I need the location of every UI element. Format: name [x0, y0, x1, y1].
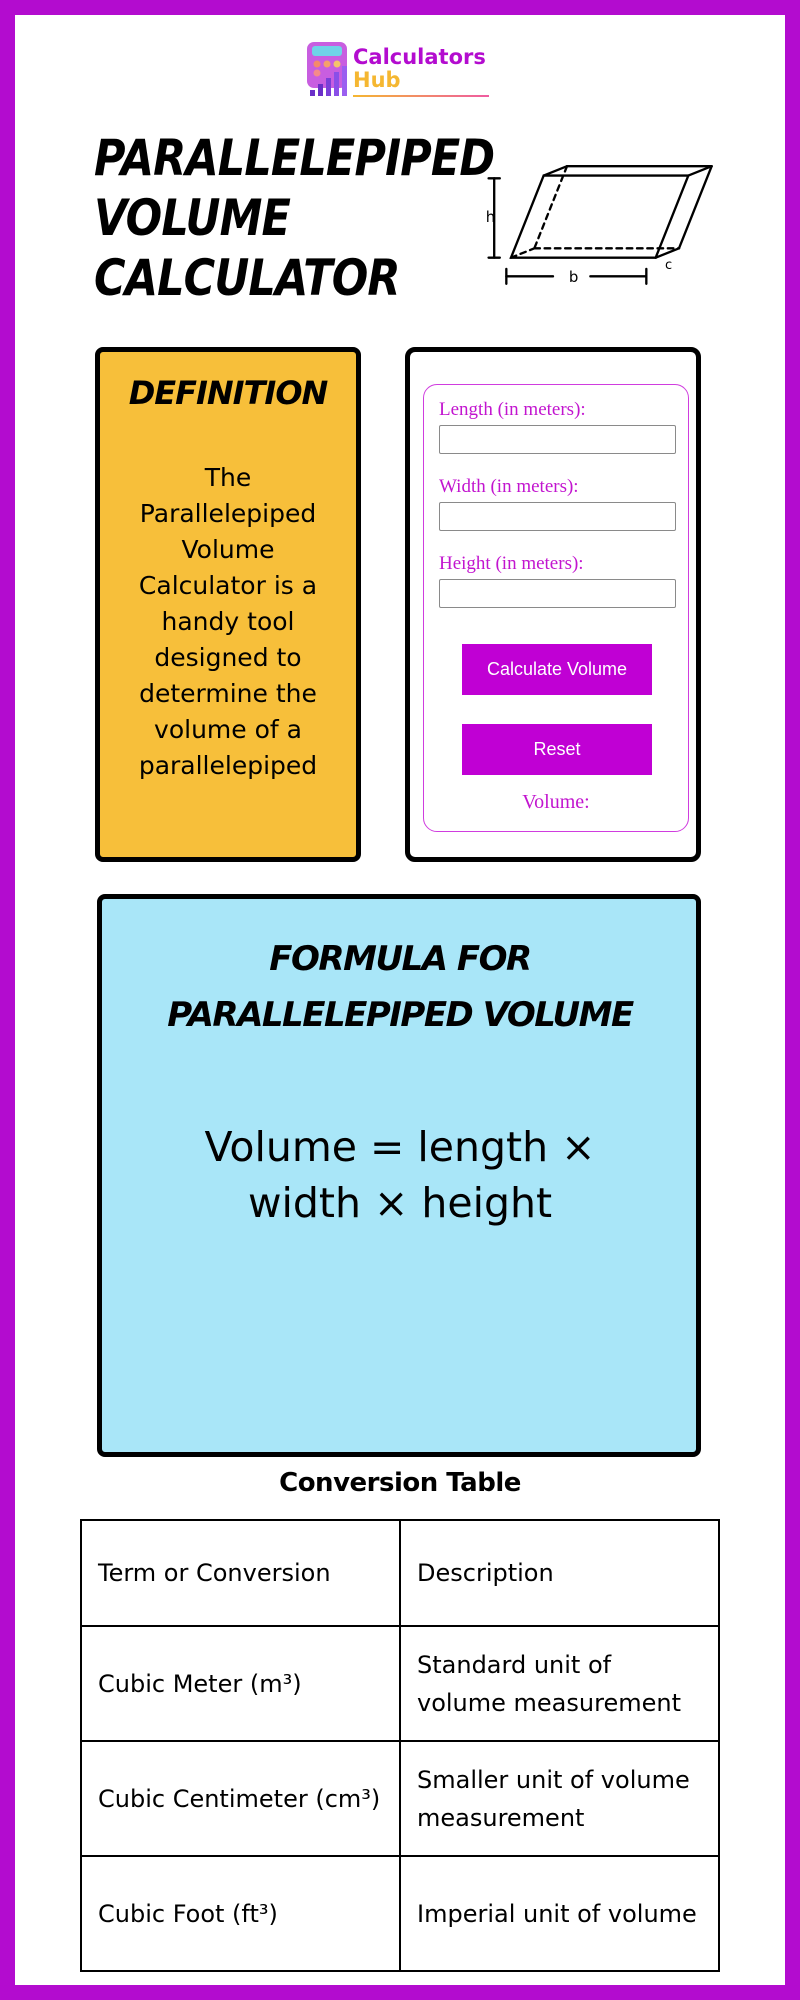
header-term: Term or Conversion [80, 1519, 401, 1627]
formula-card: FORMULA FOR PARALLELEPIPED VOLUME Volume… [97, 894, 701, 1457]
height-label: Height (in meters): [439, 553, 584, 574]
header-description: Description [399, 1519, 720, 1627]
depth-label: c [665, 258, 672, 273]
formula-expression: Volume = length × width × height [204, 1123, 596, 1227]
definition-heading: DEFINITION [128, 374, 329, 412]
logo-line-2: Hub [353, 68, 401, 92]
volume-calculator-form: Length (in meters): Width (in meters): H… [423, 384, 689, 832]
conversion-table-title: Conversion Table [279, 1468, 521, 1498]
logo-wordmark: Calculators Hub [353, 46, 486, 92]
height-label: h [486, 208, 495, 226]
term-cell: Cubic Centimeter (cm³) [80, 1740, 401, 1857]
description-cell: Standard unit of volume measurement [399, 1625, 720, 1742]
term-cell: Cubic Foot (ft³) [80, 1855, 401, 1972]
reset-button[interactable]: Reset [462, 724, 652, 775]
description-cell: Imperial unit of volume [399, 1855, 720, 1972]
table-row: Cubic Centimeter (cm³) Smaller unit of v… [80, 1740, 720, 1857]
table-row: Cubic Foot (ft³) Imperial unit of volume [80, 1855, 720, 1972]
table-row: Cubic Meter (m³) Standard unit of volume… [80, 1625, 720, 1742]
calculator-chart-icon [307, 42, 347, 96]
volume-result: Volume: [522, 791, 590, 813]
logo-line-1: Calculators [353, 45, 486, 69]
definition-card: DEFINITION The Parallelepiped Volume Cal… [95, 347, 361, 862]
height-input[interactable] [439, 579, 676, 608]
definition-text: The Parallelepiped Volume Calculator is … [138, 463, 318, 780]
page-title: Parallelepiped Volume Calculator [94, 129, 495, 307]
table-header-row: Term or Conversion Description [80, 1519, 720, 1627]
term-cell: Cubic Meter (m³) [80, 1625, 401, 1742]
width-input[interactable] [439, 502, 676, 531]
calculate-volume-button[interactable]: Calculate Volume [462, 644, 652, 695]
length-label: Length (in meters): [439, 399, 586, 420]
formula-heading: FORMULA FOR PARALLELEPIPED VOLUME [167, 939, 634, 1035]
width-label: Width (in meters): [439, 476, 579, 497]
parallelepiped-diagram-icon: h b c [486, 165, 713, 286]
logo-underline [353, 95, 489, 97]
base-label: b [569, 268, 578, 286]
calculators-hub-logo[interactable]: Calculators Hub [305, 40, 489, 100]
length-input[interactable] [439, 425, 676, 454]
conversion-table: Term or Conversion Description Cubic Met… [80, 1519, 720, 1972]
description-cell: Smaller unit of volume measurement [399, 1740, 720, 1857]
calculator-card: Length (in meters): Width (in meters): H… [405, 347, 701, 862]
